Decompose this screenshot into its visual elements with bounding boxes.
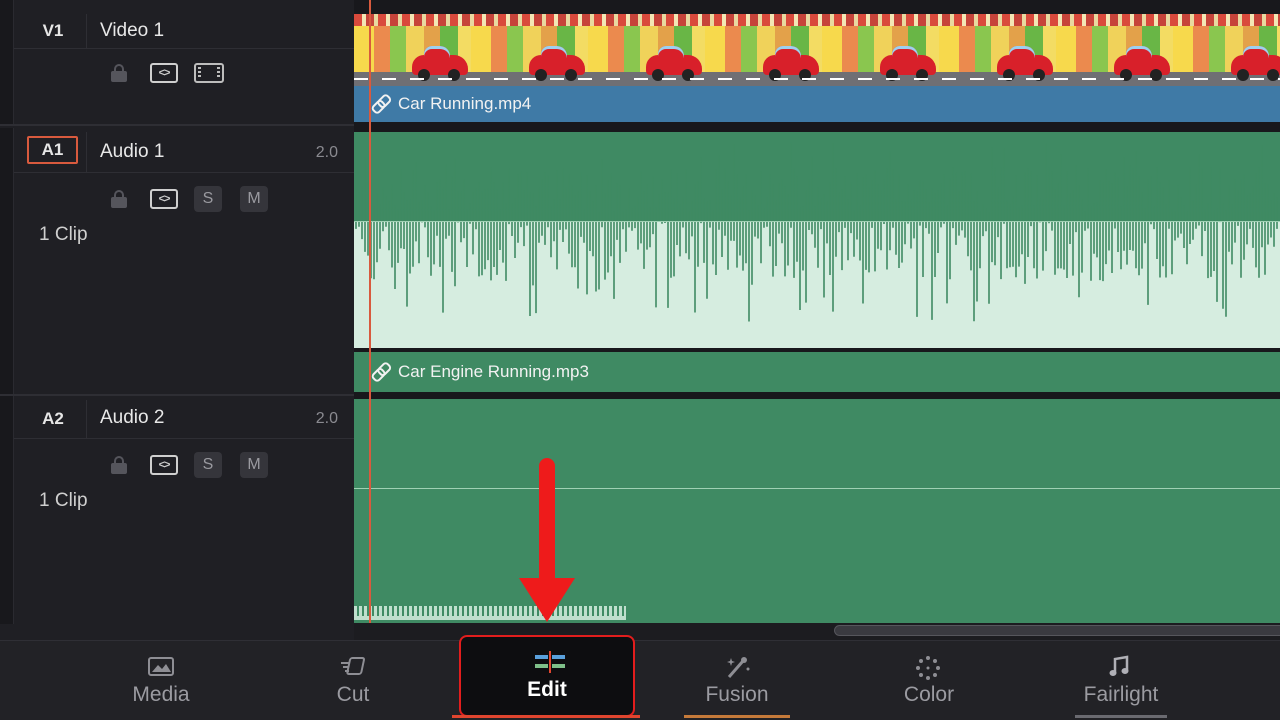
tab-label: Media [132,683,190,706]
tab-label: Fairlight [1083,683,1159,706]
track-color-strip [0,128,14,394]
track-header-a2[interactable]: A2 Audio 2 2.0 <> S M 1 Clip [0,396,354,624]
solo-button-a1[interactable]: S [194,186,222,212]
mute-button-a1[interactable]: M [240,186,268,212]
header-divider [14,172,354,173]
car-thumbnail [412,46,468,81]
clip-count-a2: 1 Clip [39,490,88,511]
scrollbar-thumb[interactable] [834,625,1280,636]
color-icon [915,655,943,680]
tab-media[interactable]: Media [73,641,249,720]
track-id-separator [86,132,87,172]
track-color-strip [0,396,14,624]
track-id-separator [86,400,87,438]
video-clip-thumbnails[interactable] [354,14,1280,86]
tab-underline [1075,715,1167,718]
tab-label: Color [903,683,955,706]
disable-video-track-icon[interactable] [194,63,224,83]
fusion-icon [723,655,751,678]
auto-select-icon[interactable]: <> [150,455,178,475]
tab-label: Fusion [705,683,769,706]
timeline-area[interactable]: Car Running.mp4 Car Engine Running.mp3 [354,0,1280,640]
tab-cut[interactable]: Cut [265,641,441,720]
tab-color[interactable]: Color [841,641,1017,720]
lock-track-icon[interactable] [110,456,128,474]
tab-label: Cut [336,683,370,706]
link-icon [369,93,392,116]
waveform-tail [354,606,626,620]
davinci-resolve-edit-page: V1 Video 1 <> Audio 1 2.0 <> S M 1 Clip … [0,0,1280,720]
audio-clip-car-engine[interactable]: Car Engine Running.mp3 [354,352,1280,392]
cut-icon [339,655,367,677]
a2-controls: <> S M [110,452,268,478]
track-id-separator [86,14,87,48]
video-clip-name: Car Running.mp4 [398,94,532,113]
page-navigation-bar: Media Cut Edit Fusion Color Fairlight [0,635,1280,720]
audio-clip-name: Car Engine Running.mp3 [398,362,589,381]
car-thumbnail [880,46,936,81]
solo-button-a2[interactable]: S [194,452,222,478]
tab-fusion[interactable]: Fusion [649,641,825,720]
track-header-a1[interactable]: Audio 1 2.0 <> S M 1 Clip [0,128,354,396]
playhead[interactable] [369,0,371,624]
track-headers: V1 Video 1 <> Audio 1 2.0 <> S M 1 Clip … [0,0,354,640]
audio-waveform [355,142,1278,322]
annotation-arrow [539,458,555,582]
track-id-a2: A2 [42,409,64,428]
waveform-center-line [354,221,1280,222]
edit-icon [533,650,565,673]
track-name-a2[interactable]: Audio 2 [100,407,164,429]
track-name-a1[interactable]: Audio 1 [100,141,164,163]
a1-controls: <> S M [110,186,268,212]
clip-count-a1: 1 Clip [39,224,88,245]
car-thumbnail [529,46,585,81]
track-header-v1[interactable]: V1 Video 1 <> [0,0,354,126]
audio-clip-waveform-a2[interactable] [354,399,1280,623]
track-color-strip [0,0,14,124]
video-clip-car-running[interactable]: Car Running.mp4 [354,86,1280,122]
media-icon [147,655,175,677]
track-id-a1[interactable]: A1 [27,136,78,164]
link-icon [369,361,392,384]
tab-fairlight[interactable]: Fairlight [1033,641,1209,720]
track-name-v1[interactable]: Video 1 [100,20,164,42]
waveform-center-line [354,488,1280,489]
mute-button-a2[interactable]: M [240,452,268,478]
lock-track-icon[interactable] [110,190,128,208]
car-thumbnail [997,46,1053,81]
fairlight-icon [1107,655,1135,677]
track-id-v1: V1 [42,21,64,40]
annotation-arrow-head [519,578,575,622]
active-tab-underline [452,715,640,718]
channel-format-a2: 2.0 [315,410,338,427]
header-divider [14,438,354,439]
waveform-spikes [355,142,1278,322]
tab-label: Edit [527,678,567,701]
header-divider [14,48,354,49]
tab-edit[interactable]: Edit [459,635,635,717]
auto-select-icon[interactable]: <> [150,63,178,83]
auto-select-icon[interactable]: <> [150,189,178,209]
car-thumbnail [1231,46,1280,81]
lock-track-icon[interactable] [110,64,128,82]
v1-controls: <> [110,63,224,83]
channel-format-a1: 2.0 [315,144,338,161]
car-thumbnail [646,46,702,81]
tab-underline [684,715,790,718]
car-thumbnail [1114,46,1170,81]
car-thumbnail [763,46,819,81]
